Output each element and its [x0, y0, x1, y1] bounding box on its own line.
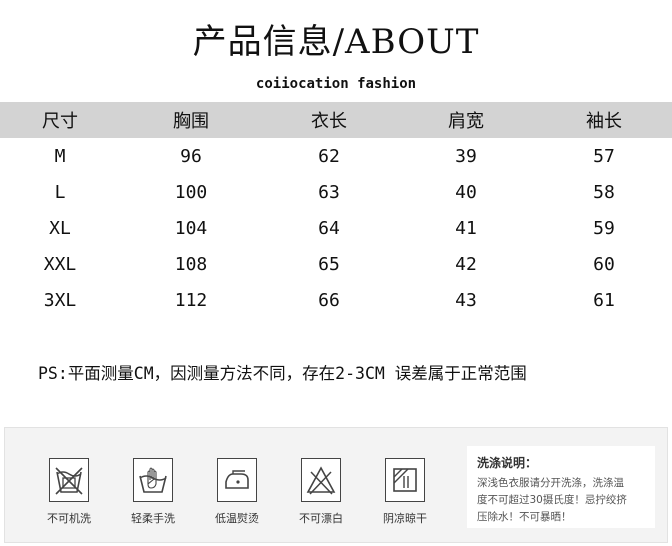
care-item-no-bleach: 不可漂白: [291, 458, 351, 526]
cell-sleeve: 61: [593, 289, 615, 311]
low-temp-iron-icon: [217, 458, 257, 502]
care-item-no-machine-wash: 不可机洗: [39, 458, 99, 526]
cell-size: XXL: [43, 253, 77, 275]
cell-shoulder: 41: [455, 217, 477, 239]
page-title: 产品信息/ABOUT: [192, 22, 480, 62]
table-row: 3XL 112 66 43 61: [0, 282, 672, 318]
cell-length: 64: [318, 217, 340, 239]
cell-sleeve: 60: [593, 253, 615, 275]
cell-sleeve: 57: [593, 145, 615, 167]
table-row: M 96 62 39 57: [0, 138, 672, 174]
size-table: 尺寸 胸围 衣长 肩宽 袖长 M 96 62 39 57 L 100 63 40…: [0, 102, 672, 318]
care-label: 不可机洗: [47, 512, 91, 525]
washing-line: 压除水！不可暴晒！: [477, 511, 572, 523]
care-instructions-panel: 不可机洗 轻柔手洗 低温熨烫 不可漂白 阴凉晾干 洗涤说明： 深浅色衣服请分开洗…: [4, 427, 668, 543]
cell-size: M: [54, 145, 66, 167]
care-item-low-temp-iron: 低温熨烫: [207, 458, 267, 526]
cell-sleeve: 59: [593, 217, 615, 239]
size-table-header: 尺寸 胸围 衣长 肩宽 袖长: [0, 102, 672, 138]
cell-size: 3XL: [43, 289, 77, 311]
measurement-note: PS:平面测量CM，因测量方法不同，存在2-3CM 误差属于正常范围: [38, 364, 527, 383]
cell-shoulder: 43: [455, 289, 477, 311]
cell-length: 66: [318, 289, 340, 311]
table-row: L 100 63 40 58: [0, 174, 672, 210]
header-shoulder: 肩宽: [448, 111, 484, 132]
header-length: 衣长: [311, 111, 347, 132]
cell-chest: 100: [174, 181, 208, 203]
header-sleeve: 袖长: [586, 111, 622, 132]
brand-name: coiiocation fashion: [255, 76, 417, 92]
care-label: 阴凉晾干: [383, 512, 427, 525]
cell-shoulder: 40: [455, 181, 477, 203]
washing-line: 度不可超过30摄氏度！忌拧绞挤: [477, 494, 627, 506]
cell-shoulder: 42: [455, 253, 477, 275]
hand-wash-icon: [133, 458, 173, 502]
cell-length: 62: [318, 145, 340, 167]
table-row: XL 104 64 41 59: [0, 210, 672, 246]
care-item-hand-wash: 轻柔手洗: [123, 458, 183, 526]
care-item-shade-dry: 阴凉晾干: [375, 458, 435, 526]
care-label: 低温熨烫: [215, 512, 259, 525]
no-machine-wash-icon: [49, 458, 89, 502]
care-label: 不可漂白: [299, 512, 343, 525]
cell-chest: 104: [174, 217, 208, 239]
shade-dry-icon: [385, 458, 425, 502]
cell-chest: 108: [174, 253, 208, 275]
washing-instructions: 洗涤说明： 深浅色衣服请分开洗涤，洗涤温 度不可超过30摄氏度！忌拧绞挤 压除水…: [467, 446, 655, 528]
no-bleach-icon: [301, 458, 341, 502]
cell-size: L: [54, 181, 66, 203]
washing-instructions-title: 洗涤说明：: [477, 456, 538, 470]
header-size: 尺寸: [42, 111, 78, 132]
cell-shoulder: 39: [455, 145, 477, 167]
washing-instructions-body: 深浅色衣服请分开洗涤，洗涤温 度不可超过30摄氏度！忌拧绞挤 压除水！不可暴晒！: [477, 475, 649, 526]
cell-chest: 96: [180, 145, 202, 167]
cell-chest: 112: [174, 289, 208, 311]
header-chest: 胸围: [173, 111, 209, 132]
washing-line: 深浅色衣服请分开洗涤，洗涤温: [477, 477, 624, 489]
care-label: 轻柔手洗: [131, 512, 175, 525]
cell-sleeve: 58: [593, 181, 615, 203]
table-row: XXL 108 65 42 60: [0, 246, 672, 282]
cell-length: 65: [318, 253, 340, 275]
cell-length: 63: [318, 181, 340, 203]
cell-size: XL: [49, 217, 71, 239]
